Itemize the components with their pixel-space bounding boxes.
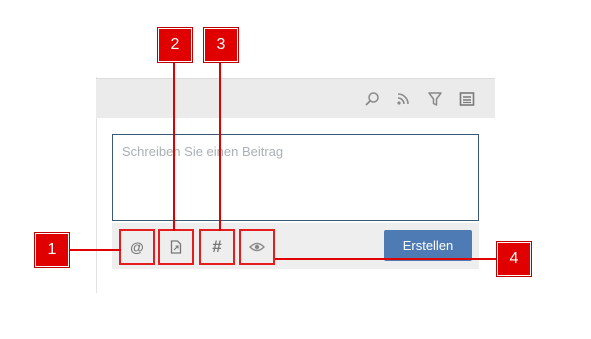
- callout-4: 4: [497, 242, 531, 276]
- callout-lines: [68, 60, 497, 260]
- callout-3: 3: [204, 28, 238, 62]
- callout-1: 1: [35, 233, 69, 267]
- callout-2: 2: [158, 28, 192, 62]
